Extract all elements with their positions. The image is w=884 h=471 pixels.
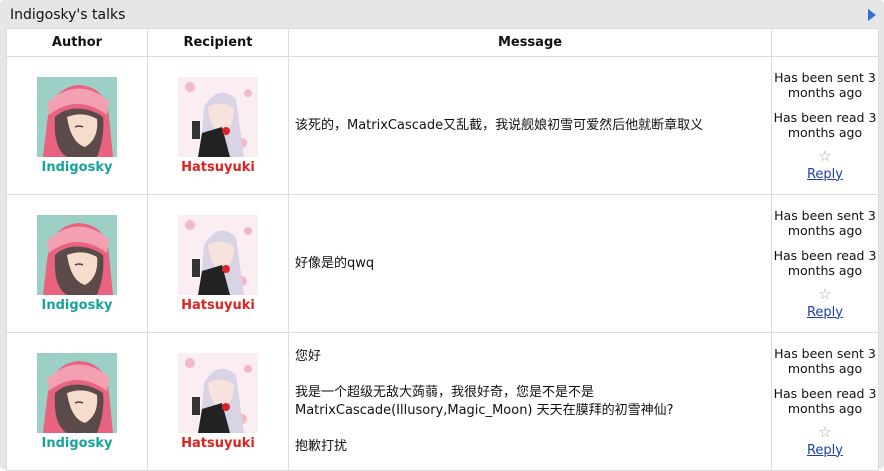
- message-paragraph: 好像是的qwq: [295, 255, 375, 271]
- read-status: Has been read 3 months ago: [773, 109, 877, 140]
- sent-status: Has been sent 3 months ago: [774, 345, 876, 376]
- recipient-name[interactable]: Hatsuyuki: [148, 436, 288, 451]
- status-cell: Has been sent 3 months ago Has been read…: [771, 56, 879, 195]
- recipient-avatar[interactable]: [178, 352, 258, 433]
- message-paragraph: 抱歉打扰: [295, 438, 348, 454]
- star-outline-icon[interactable]: ☆: [772, 285, 878, 303]
- recipient-name[interactable]: Hatsuyuki: [148, 298, 288, 313]
- sent-status: Has been sent 3 months ago: [774, 207, 876, 238]
- star-outline-icon[interactable]: ☆: [772, 147, 878, 165]
- read-status: Has been read 3 months ago: [773, 385, 877, 416]
- header-message: Message: [288, 28, 772, 57]
- message-paragraph: 该死的，MatrixCascade又乱截，我说舰娘初雪可爱然后他就断章取义: [295, 117, 704, 133]
- recipient-cell: Hatsuyuki: [147, 332, 289, 471]
- sent-status: Has been sent 3 months ago: [774, 69, 876, 100]
- author-name[interactable]: Indigosky: [7, 298, 147, 313]
- recipient-cell: Hatsuyuki: [147, 194, 289, 333]
- message-cell: 该死的，MatrixCascade又乱截，我说舰娘初雪可爱然后他就断章取义: [288, 56, 772, 195]
- talks-table: Author Recipient Message Indigosky Hatsu…: [6, 28, 879, 471]
- recipient-cell: Hatsuyuki: [147, 56, 289, 195]
- recipient-avatar[interactable]: [178, 76, 258, 157]
- author-avatar[interactable]: [37, 352, 117, 433]
- table-row: Indigosky Hatsuyuki 您好我是一个超级无敌大蒟蒻，我很好奇，您…: [6, 332, 879, 471]
- header-recipient: Recipient: [147, 28, 289, 57]
- header-status: [771, 28, 879, 57]
- talks-panel: Indigosky's talks Author Recipient Messa…: [0, 0, 884, 471]
- message-paragraph: 您好: [295, 348, 322, 364]
- message-cell: 您好我是一个超级无敌大蒟蒻，我很好奇，您是不是不是MatrixCascade(I…: [288, 332, 772, 471]
- author-name[interactable]: Indigosky: [7, 160, 147, 175]
- author-avatar[interactable]: [37, 76, 117, 157]
- expand-arrow-icon[interactable]: [868, 9, 876, 21]
- reply-link[interactable]: Reply: [807, 305, 843, 320]
- reply-link[interactable]: Reply: [807, 167, 843, 182]
- author-cell: Indigosky: [6, 194, 148, 333]
- author-avatar[interactable]: [37, 214, 117, 295]
- status-cell: Has been sent 3 months ago Has been read…: [771, 194, 879, 333]
- table-row: Indigosky Hatsuyuki 好像是的qwq Has been sen…: [6, 194, 879, 333]
- author-cell: Indigosky: [6, 332, 148, 471]
- table-row: Indigosky Hatsuyuki 该死的，MatrixCascade又乱截…: [6, 56, 879, 195]
- read-status: Has been read 3 months ago: [773, 247, 877, 278]
- status-cell: Has been sent 3 months ago Has been read…: [771, 332, 879, 471]
- panel-header: Indigosky's talks: [0, 0, 884, 28]
- message-paragraph: 我是一个超级无敌大蒟蒻，我很好奇，您是不是不是MatrixCascade(Ill…: [295, 384, 674, 418]
- recipient-avatar[interactable]: [178, 214, 258, 295]
- header-author: Author: [6, 28, 148, 57]
- author-cell: Indigosky: [6, 56, 148, 195]
- message-cell: 好像是的qwq: [288, 194, 772, 333]
- author-name[interactable]: Indigosky: [7, 436, 147, 451]
- panel-title: Indigosky's talks: [10, 7, 126, 23]
- star-outline-icon[interactable]: ☆: [772, 423, 878, 441]
- reply-link[interactable]: Reply: [807, 443, 843, 458]
- recipient-name[interactable]: Hatsuyuki: [148, 160, 288, 175]
- table-header-row: Author Recipient Message: [6, 28, 879, 57]
